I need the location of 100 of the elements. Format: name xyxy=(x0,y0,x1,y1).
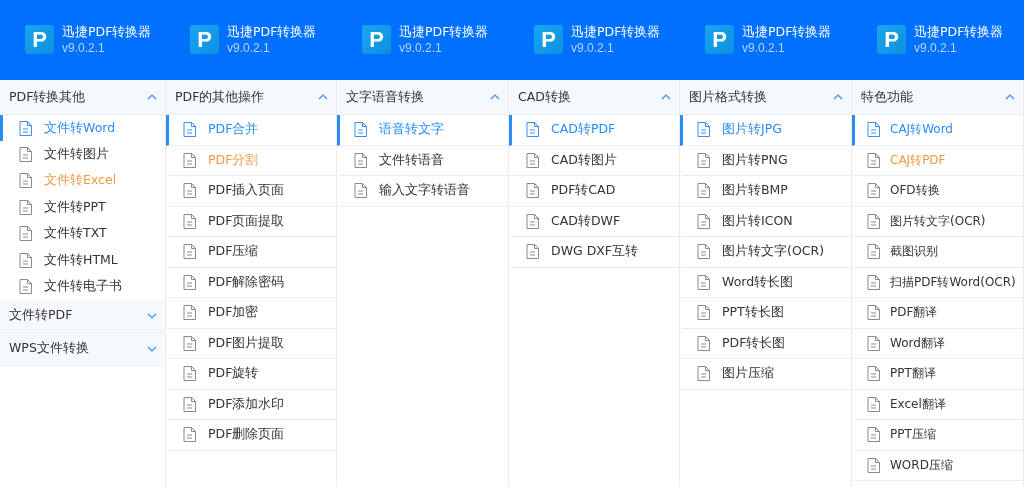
document-icon xyxy=(867,122,880,138)
document-icon xyxy=(183,396,196,412)
document-icon xyxy=(19,173,32,189)
menu-item[interactable]: PDF解除密码 xyxy=(166,267,336,298)
menu-item[interactable]: 图片转JPG xyxy=(680,115,851,146)
menu-item[interactable]: 图片压缩 xyxy=(680,359,851,390)
app-logo: P xyxy=(877,25,906,54)
menu-item[interactable]: CAJ转Word xyxy=(852,115,1023,146)
document-icon xyxy=(183,183,196,199)
document-icon xyxy=(867,366,880,382)
menu-item[interactable]: PDF转长图 xyxy=(680,328,851,359)
menu-item[interactable]: OFD转换 xyxy=(852,176,1023,207)
chevron-icon xyxy=(661,94,671,100)
document-icon xyxy=(697,366,710,382)
menu-item[interactable]: 图片转BMP xyxy=(680,176,851,207)
menu-item[interactable]: CAD转DWF xyxy=(509,206,679,237)
menu-item[interactable]: 图片转PNG xyxy=(680,145,851,176)
menu-item[interactable]: 文件转电子书 xyxy=(0,273,165,300)
document-icon xyxy=(867,457,880,473)
document-icon xyxy=(183,335,196,351)
group-header[interactable]: CAD转换 xyxy=(509,80,679,115)
document-icon xyxy=(19,147,32,163)
menu-item[interactable]: 图片转ICON xyxy=(680,206,851,237)
menu-item[interactable]: PDF合并 xyxy=(166,115,336,146)
menu-item[interactable]: PDF翻译 xyxy=(852,298,1023,329)
document-icon xyxy=(867,244,880,260)
app-logo: P xyxy=(362,25,391,54)
menu-item[interactable]: Word转长图 xyxy=(680,267,851,298)
menu-item[interactable]: 语音转文字 xyxy=(337,115,508,146)
menu-item[interactable]: PDF压缩 xyxy=(166,237,336,268)
group-header[interactable]: WPS文件转换 xyxy=(0,332,165,366)
app-version: v9.0.2.1 xyxy=(399,41,443,55)
menu-item[interactable]: PDF图片提取 xyxy=(166,328,336,359)
menu-item[interactable]: WORD压缩 xyxy=(852,450,1023,481)
menu-item[interactable]: PPT转长图 xyxy=(680,298,851,329)
document-icon xyxy=(867,396,880,412)
menu-item[interactable]: DWG DXF互转 xyxy=(509,237,679,268)
document-icon xyxy=(19,226,32,242)
document-icon xyxy=(526,183,539,199)
document-icon xyxy=(19,199,32,215)
menu-item[interactable]: 图片转文字(OCR) xyxy=(852,206,1023,237)
chevron-icon xyxy=(147,345,157,352)
menu-item[interactable]: 文件转HTML xyxy=(0,246,165,274)
document-icon xyxy=(867,152,880,168)
document-icon xyxy=(867,274,880,290)
document-icon xyxy=(867,305,880,321)
document-icon xyxy=(526,122,539,138)
chevron-icon xyxy=(833,94,843,100)
document-icon xyxy=(697,305,710,321)
group-header[interactable]: PDF的其他操作 xyxy=(166,80,336,115)
menu-item[interactable]: 图片转文字(OCR) xyxy=(680,237,851,268)
menu-item[interactable]: Word翻译 xyxy=(852,328,1023,359)
menu-item[interactable]: 文件转PPT xyxy=(0,194,165,221)
document-icon xyxy=(526,213,539,229)
app-logo: P xyxy=(534,25,563,54)
menu-item[interactable]: PDF删除页面 xyxy=(166,420,336,451)
document-icon xyxy=(183,152,196,168)
document-icon xyxy=(19,120,32,136)
menu-item[interactable]: 文件转Word xyxy=(0,115,165,142)
menu-item[interactable]: 扫描PDF转Word(OCR) xyxy=(852,267,1023,298)
app-version: v9.0.2.1 xyxy=(914,41,958,55)
document-icon xyxy=(19,279,32,295)
group-header[interactable]: 特色功能 xyxy=(852,80,1023,115)
menu-item[interactable]: PPT压缩 xyxy=(852,420,1023,451)
chevron-icon xyxy=(490,94,500,100)
document-icon xyxy=(183,305,196,321)
menu-item[interactable]: 截图识别 xyxy=(852,237,1023,268)
group-header[interactable]: 文件转PDF xyxy=(0,299,165,333)
document-icon xyxy=(183,366,196,382)
app-logo: P xyxy=(705,25,734,54)
document-icon xyxy=(697,122,710,138)
app-name: 迅捷PDF转换器 xyxy=(914,24,1004,39)
app-version: v9.0.2.1 xyxy=(62,41,106,55)
menu-item[interactable]: PDF插入页面 xyxy=(166,176,336,207)
menu-item[interactable]: PDF转CAD xyxy=(509,176,679,207)
chevron-icon xyxy=(147,312,157,319)
document-icon xyxy=(183,213,196,229)
menu-item[interactable]: 输入文字转语音 xyxy=(337,176,508,207)
menu-item[interactable]: CAD转图片 xyxy=(509,145,679,176)
app-version: v9.0.2.1 xyxy=(571,41,615,55)
menu-item[interactable]: 文件转语音 xyxy=(337,145,508,176)
document-icon xyxy=(19,252,32,268)
menu-item[interactable]: PDF添加水印 xyxy=(166,389,336,420)
menu-item[interactable]: 文件转图片 xyxy=(0,141,165,168)
group-header[interactable]: 文字语音转换 xyxy=(337,80,508,115)
document-icon xyxy=(867,427,880,443)
document-icon xyxy=(697,183,710,199)
group-header[interactable]: PDF转换其他 xyxy=(0,80,165,115)
menu-item[interactable]: PDF旋转 xyxy=(166,359,336,390)
document-icon xyxy=(867,213,880,229)
menu-item[interactable]: Excel翻译 xyxy=(852,389,1023,420)
document-icon xyxy=(867,183,880,199)
menu-item[interactable]: PDF加密 xyxy=(166,298,336,329)
menu-item[interactable]: PPT翻译 xyxy=(852,359,1023,390)
chevron-icon xyxy=(318,94,328,100)
app-name: 迅捷PDF转换器 xyxy=(227,24,317,39)
menu-item[interactable]: 文件转TXT xyxy=(0,220,165,247)
group-header[interactable]: 图片格式转换 xyxy=(680,80,851,115)
document-icon xyxy=(697,244,710,260)
menu-item[interactable]: PDF页面提取 xyxy=(166,206,336,237)
